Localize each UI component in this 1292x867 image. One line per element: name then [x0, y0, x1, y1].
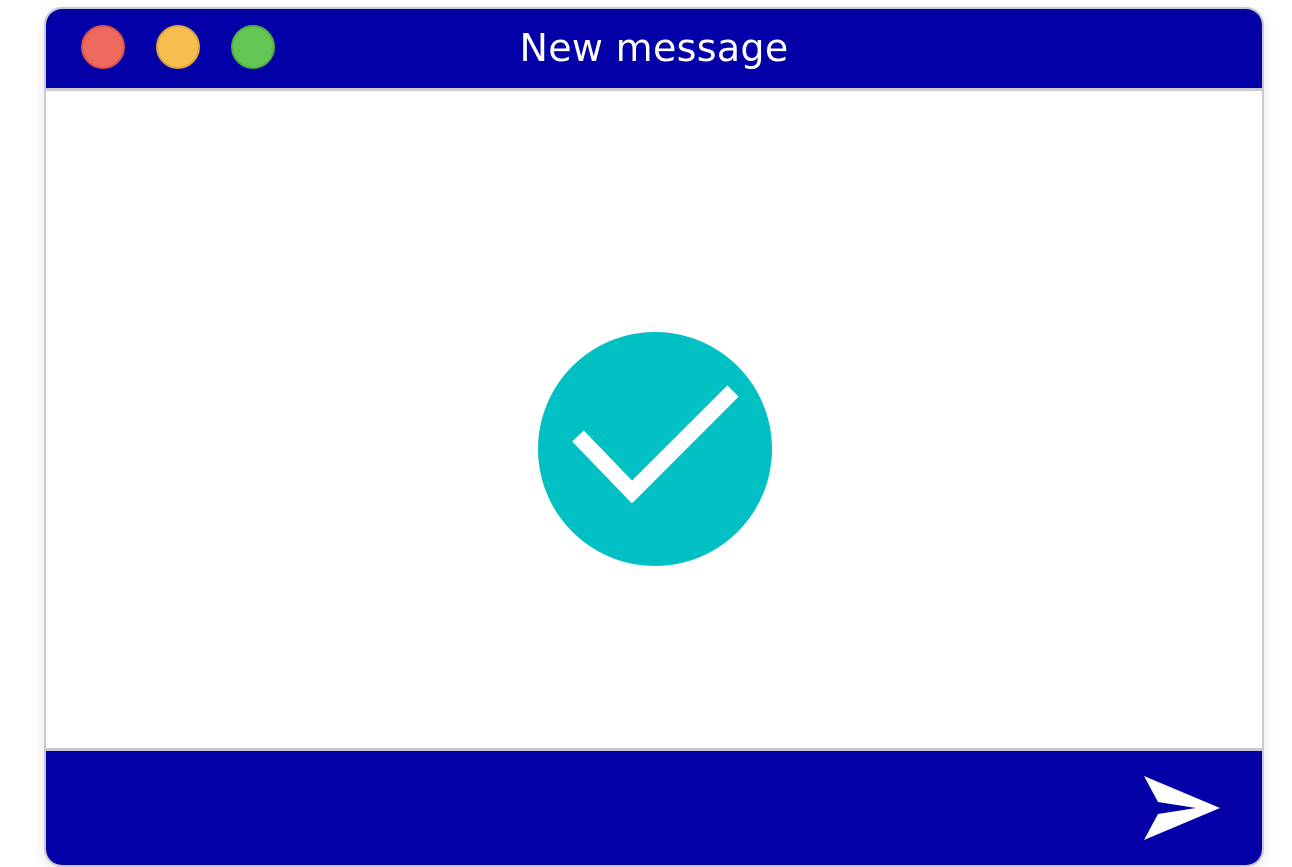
message-window: New message — [44, 7, 1264, 867]
title-bar: New message — [46, 9, 1262, 91]
checkmark-circle-icon — [538, 332, 772, 566]
window-title: New message — [519, 26, 789, 70]
send-icon[interactable] — [1140, 772, 1226, 844]
message-content — [46, 91, 1262, 748]
message-footer — [46, 748, 1262, 865]
